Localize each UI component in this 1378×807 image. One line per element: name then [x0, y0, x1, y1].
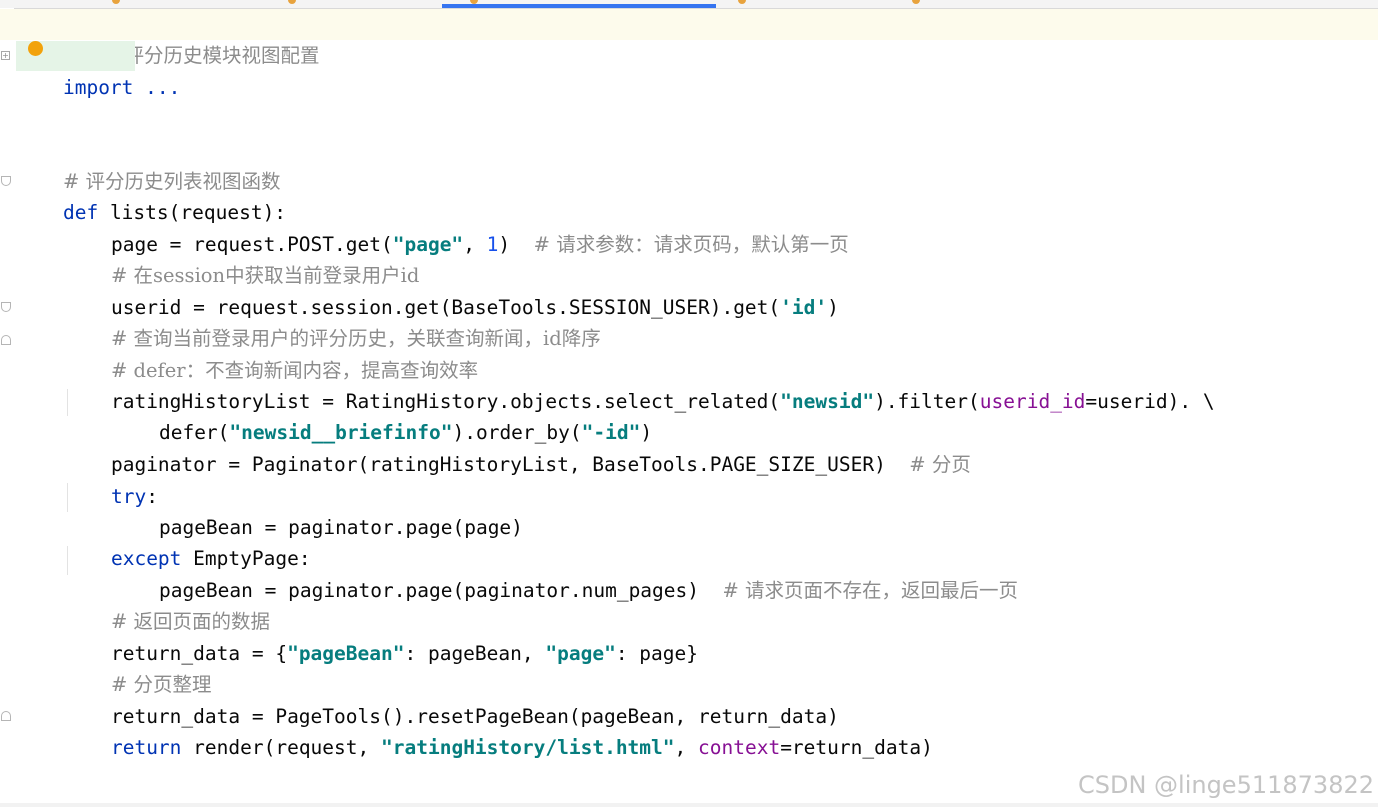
comment: # 分页 [909, 453, 971, 476]
csdn-watermark: CSDN @linge511873822 [1077, 771, 1374, 799]
indent-guide [67, 389, 68, 416]
code-line-12[interactable]: ratingHistoryList = RatingHistory.object… [64, 355, 1215, 413]
code-text: , [674, 736, 698, 759]
code-text: render(request, [181, 736, 382, 759]
code-line-16[interactable]: pageBean = paginator.page(page) [112, 481, 523, 539]
string-literal: "pageBean" [287, 642, 405, 665]
code-text: paginator = Paginator(ratingHistoryList,… [110, 453, 910, 476]
code-line-11[interactable]: # defer：不查询新闻内容，提高查询效率 [64, 324, 478, 382]
fold-expand-icon[interactable]: + [1, 51, 10, 60]
code-text: , [463, 233, 487, 256]
code-line-23[interactable]: return render(request, "ratingHistory/li… [64, 701, 933, 759]
code-line-17[interactable]: except EmptyPage: [64, 512, 311, 570]
code-line-20[interactable]: return_data = {"pageBean": pageBean, "pa… [64, 607, 698, 665]
code-text: : pageBean, [404, 642, 546, 665]
fold-end-icon[interactable] [1, 711, 11, 721]
active-tab-indicator[interactable] [442, 4, 716, 8]
code-line-21[interactable]: # 分页整理 [64, 638, 212, 696]
fold-end-icon[interactable] [1, 335, 11, 345]
intention-bulb-icon[interactable] [28, 41, 43, 56]
string-literal: "newsid" [780, 390, 875, 413]
fold-collapse-icon[interactable] [1, 176, 11, 186]
code-line-9[interactable]: userid = request.session.get(BaseTools.S… [64, 261, 839, 319]
code-text: ) [498, 233, 534, 256]
keyword-argument: userid_id [979, 390, 1086, 413]
editor-gutter[interactable] [0, 8, 14, 807]
comment: # 请求页面不存在，返回最后一页 [722, 579, 1019, 602]
tab-modified-dot-2 [288, 0, 296, 4]
code-line-19[interactable]: # 返回页面的数据 [64, 575, 270, 633]
keyword: return [110, 736, 182, 759]
fold-collapse-icon[interactable] [1, 302, 11, 312]
code-line-1[interactable]: # 用户评分历史模块视图配置 [0, 9, 1378, 67]
code-line-13[interactable]: defer("newsid__briefinfo").order_by("-id… [112, 386, 652, 444]
code-line-22[interactable]: return_data = PageTools().resetPageBean(… [64, 670, 839, 728]
indent-guide [67, 483, 68, 512]
code-line-18[interactable]: pageBean = paginator.page(paginator.num_… [112, 544, 1018, 602]
code-line-15[interactable]: try: [64, 450, 158, 508]
code-line-6[interactable]: def lists(request): [16, 166, 286, 224]
editor-tab-strip[interactable] [0, 0, 1378, 9]
code-line-5[interactable]: # 评分历史列表视图函数 [16, 135, 281, 193]
code-text: ).filter( [874, 390, 980, 413]
code-editor[interactable]: # 用户评分历史模块视图配置 + import ... # 评分历史列表视图函数… [0, 0, 1378, 807]
comment: # 请求参数：请求页码，默认第一页 [533, 233, 849, 256]
tab-modified-dot-4 [738, 0, 746, 4]
number-literal: 1 [486, 233, 499, 256]
string-literal: "ratingHistory/list.html" [381, 736, 675, 759]
code-text: : page} [615, 642, 699, 665]
code-line-10[interactable]: # 查询当前登录用户的评分历史，关联查询新闻，id降序 [64, 292, 601, 350]
code-line-14[interactable]: paginator = Paginator(ratingHistoryList,… [64, 418, 971, 476]
import-statement: import ... [62, 76, 181, 99]
code-text: =userid). \ [1085, 390, 1215, 413]
code-line-8[interactable]: # 在session中获取当前登录用户id [64, 229, 419, 287]
indent-guide [67, 546, 68, 575]
tab-modified-dot-5 [912, 0, 920, 4]
string-literal: "page" [545, 642, 616, 665]
code-line-7[interactable]: page = request.POST.get("page", 1) # 请求参… [64, 198, 849, 256]
keyword-argument: context [698, 736, 781, 759]
code-text: =return_data) [780, 736, 933, 759]
tab-modified-dot-1 [112, 0, 120, 4]
string-literal: 'id' [780, 296, 828, 319]
editor-bottom-edge [0, 803, 1378, 807]
code-text: ) [827, 296, 839, 319]
